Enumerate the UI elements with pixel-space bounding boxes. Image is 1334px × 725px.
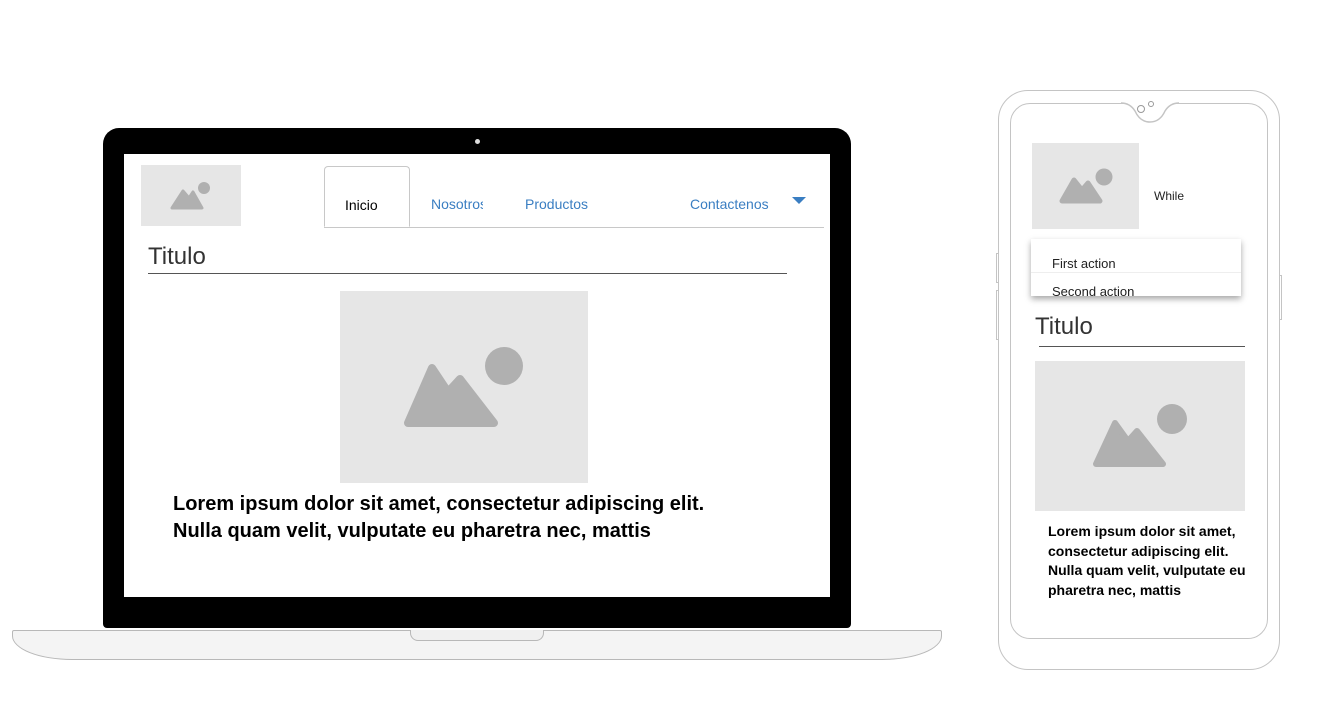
tab-inicio-label: Inicio xyxy=(345,197,378,213)
logo-placeholder xyxy=(141,165,241,226)
tab-contactenos[interactable]: Contactenos xyxy=(690,196,769,212)
menu-divider xyxy=(1031,272,1241,273)
mobile-title-divider xyxy=(1039,346,1245,347)
tab-productos[interactable]: Productos xyxy=(525,196,588,212)
mobile-hero-image-placeholder xyxy=(1035,361,1245,511)
hero-image-placeholder xyxy=(340,291,588,483)
mobile-logo-placeholder xyxy=(1032,143,1139,229)
image-placeholder-icon xyxy=(1059,168,1113,204)
mobile-header-label[interactable]: While xyxy=(1154,189,1184,203)
tab-nosotros[interactable]: Nosotros xyxy=(431,196,483,212)
body-line-1: Lorem ipsum dolor sit amet, consectetur … xyxy=(173,493,705,515)
mobile-page-title: Titulo xyxy=(1035,313,1093,340)
mobile-body-text: Lorem ipsum dolor sit amet, consectetur … xyxy=(1048,523,1246,598)
menu-item-first-action[interactable]: First action xyxy=(1052,256,1116,271)
page-title: Titulo xyxy=(148,243,206,270)
tab-inicio[interactable]: Inicio xyxy=(324,166,410,227)
desktop-screen: Inicio Nosotros Productos Contactenos Ti… xyxy=(124,154,830,597)
image-placeholder-icon xyxy=(1093,404,1187,467)
laptop-trackpad-notch xyxy=(410,630,544,641)
image-placeholder-icon xyxy=(170,182,210,210)
camera-dot xyxy=(475,139,480,144)
mobile-dropdown-menu: First action Second action xyxy=(1031,239,1241,299)
chevron-down-icon[interactable] xyxy=(792,197,806,204)
body-text: Lorem ipsum dolor sit amet, consectetur … xyxy=(173,491,704,545)
phone-notch xyxy=(1120,101,1180,123)
title-divider xyxy=(148,273,787,274)
menu-item-second-action[interactable]: Second action xyxy=(1052,284,1134,299)
image-placeholder-icon xyxy=(404,347,523,427)
nav-tabs: Inicio Nosotros Productos Contactenos xyxy=(324,166,824,228)
body-line-2: Nulla quam velit, vulputate eu pharetra … xyxy=(173,520,651,542)
